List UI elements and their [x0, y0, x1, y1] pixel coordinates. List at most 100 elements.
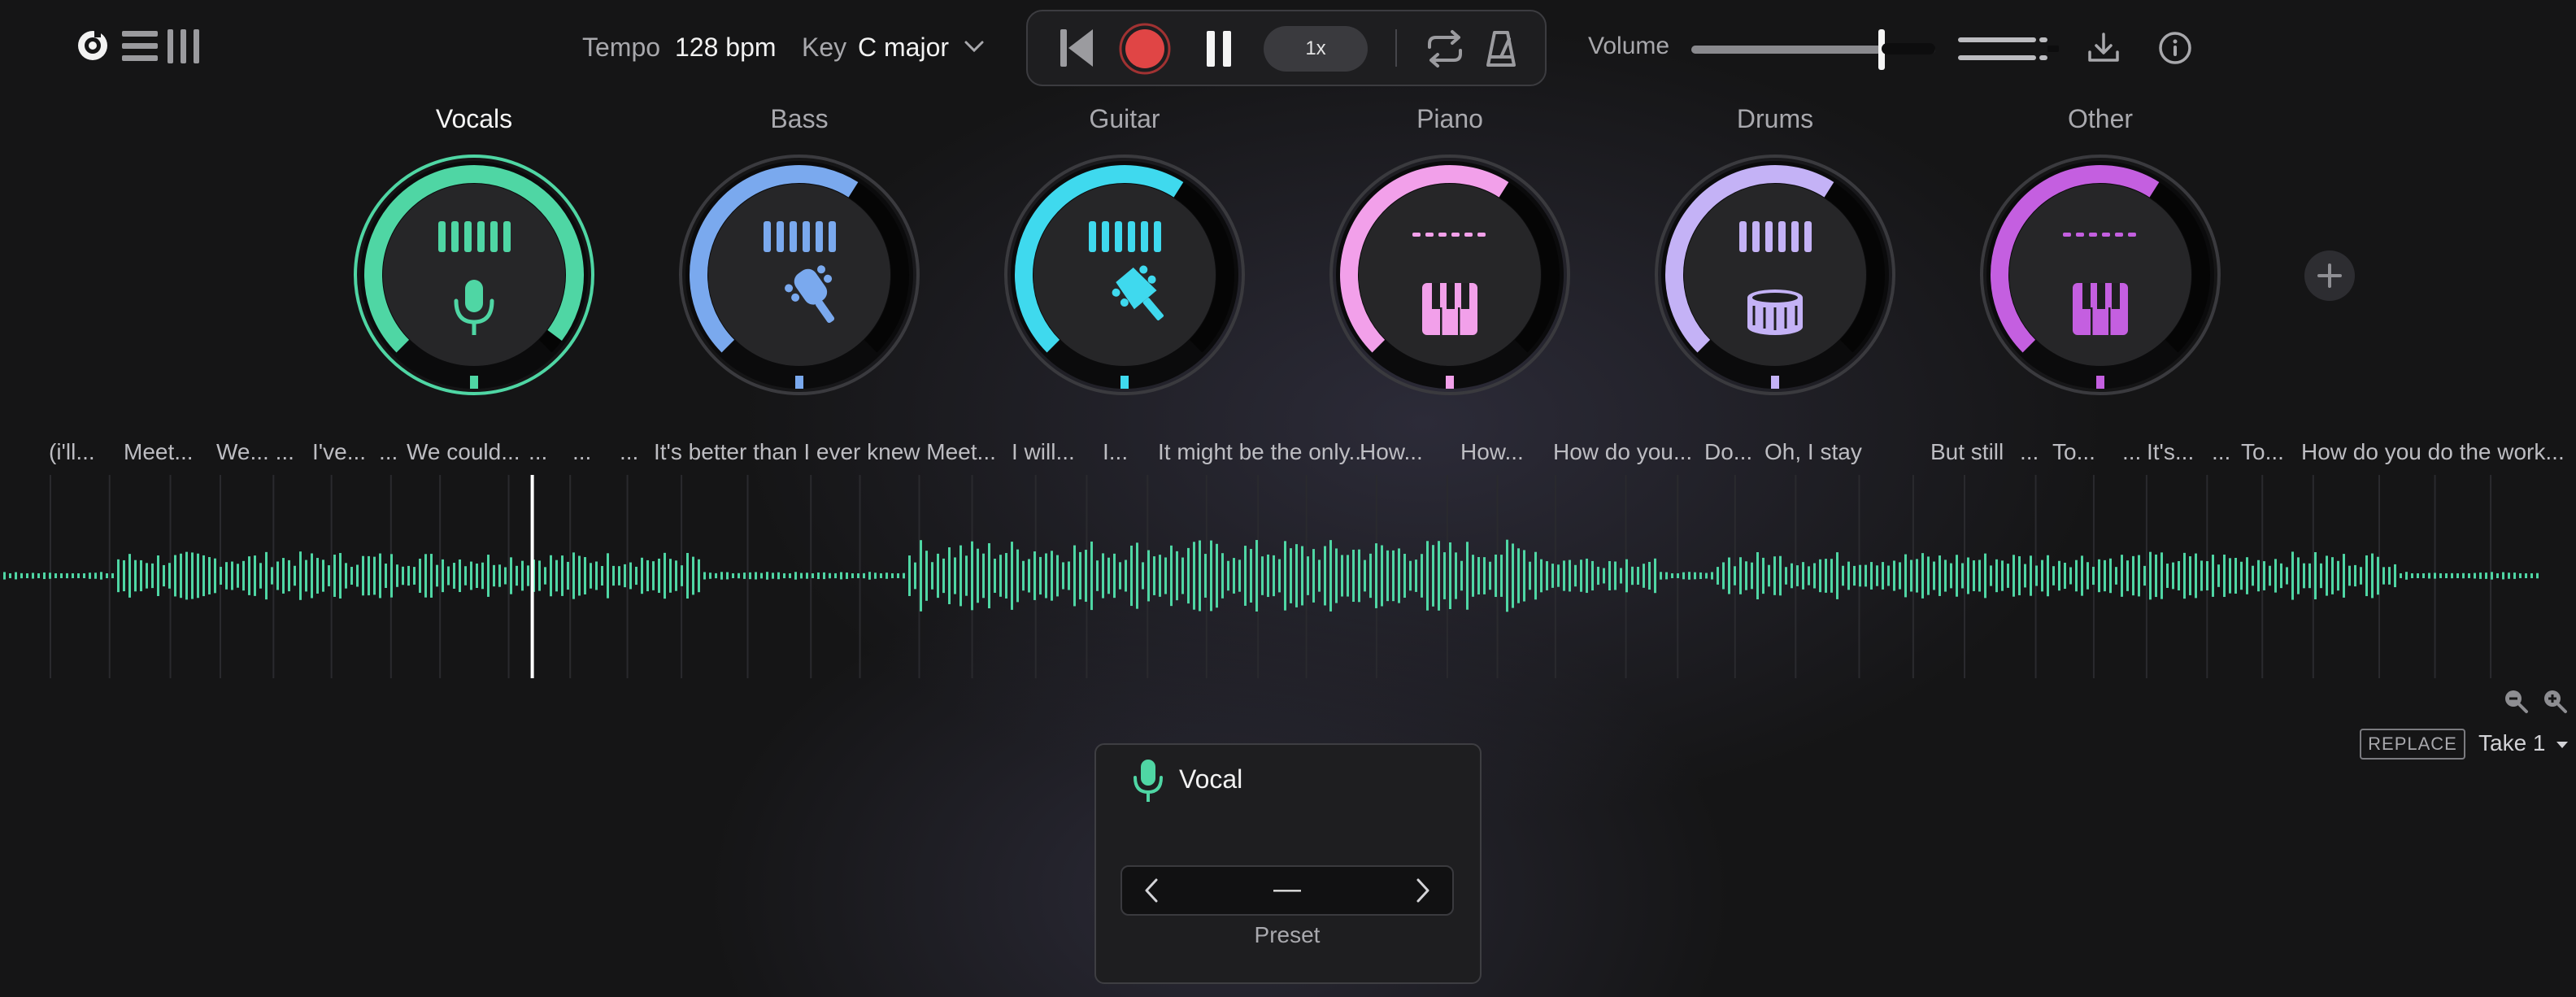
waveform-bar [237, 564, 239, 588]
lyric-segment[interactable]: How... [1360, 439, 1423, 465]
download-icon[interactable] [2086, 31, 2121, 65]
waveform-bar [83, 573, 85, 578]
stem-knob-other[interactable] [1978, 153, 2222, 397]
waveform-bar [2200, 560, 2203, 591]
waveform-bar [1085, 550, 1087, 602]
waveform-bar [1529, 561, 1531, 590]
lyric-segment[interactable]: How do you... [1553, 439, 1692, 465]
waveform-bar [2394, 564, 2396, 588]
waveform-bar [1352, 549, 1355, 603]
lyric-segment[interactable]: It's better than I ever knew Meet... [654, 439, 996, 465]
lyric-segment[interactable]: ... [572, 439, 591, 465]
lyric-segment[interactable]: ... [2212, 439, 2230, 465]
waveform-bar [402, 566, 404, 586]
waveform-bar [1791, 563, 1793, 589]
lyric-segment[interactable]: We could... [407, 439, 520, 465]
waveform-bar [26, 573, 28, 578]
waveform-bar [2291, 551, 2294, 600]
waveform-bar [2485, 573, 2487, 579]
waveform-bar [15, 572, 17, 580]
waveform-bar [202, 555, 205, 597]
waveform-bar [1398, 548, 1400, 603]
waveform-bar [1711, 572, 1713, 580]
waveform-bar [1643, 564, 1645, 588]
record-button[interactable] [1119, 23, 1171, 75]
add-stem-button[interactable] [2304, 250, 2355, 301]
waveform-bar [1068, 561, 1070, 590]
lyric-segment[interactable]: To... [2241, 439, 2284, 465]
waveform-bar [2012, 555, 2015, 597]
lyric-segment[interactable]: I've... [312, 439, 366, 465]
lyric-segment[interactable]: I will... [1012, 439, 1075, 465]
waveform-bar [959, 545, 962, 607]
stem-knob-vocals[interactable] [352, 153, 596, 397]
tempo-value[interactable]: 128 bpm [675, 33, 777, 63]
skip-back-icon[interactable] [1057, 26, 1098, 70]
waveform-bar [715, 573, 717, 579]
chevron-right-icon[interactable] [1410, 877, 1434, 904]
waveform-bar [521, 560, 524, 591]
lyric-segment[interactable]: How... [1460, 439, 1524, 465]
plus-icon [2317, 263, 2342, 288]
waveform-bar [1927, 556, 1930, 595]
replace-button[interactable]: REPLACE [2360, 729, 2465, 760]
waveform-bar [66, 573, 68, 579]
lyric-segment[interactable]: I... [1103, 439, 1128, 465]
lyric-segment[interactable]: Meet... [124, 439, 194, 465]
waveform-bar [572, 552, 575, 599]
waveform-bar [1119, 562, 1121, 590]
waveform-bar [1939, 555, 1941, 596]
stem-knob-piano[interactable] [1328, 153, 1572, 397]
lyric-segment[interactable]: ... [2122, 439, 2141, 465]
lyric-segment[interactable]: It might be the only... [1158, 439, 1368, 465]
waveform-bar [1950, 563, 1952, 589]
info-icon[interactable] [2158, 31, 2192, 65]
lyric-segment[interactable]: How do you do the work... [2301, 439, 2565, 465]
waveform-bar [396, 564, 398, 587]
stem-knob-drums[interactable] [1653, 153, 1897, 397]
zoom-out-icon[interactable] [2503, 688, 2529, 714]
waveform-bar [1045, 553, 1047, 599]
lyric-segment[interactable]: ... [620, 439, 638, 465]
waveform-bar [1699, 572, 1702, 580]
lyric-segment[interactable]: ... [379, 439, 398, 465]
app-logo-icon[interactable] [75, 28, 111, 63]
playback-speed-button[interactable]: 1x [1264, 26, 1368, 72]
take-select[interactable]: Take 1 [2478, 730, 2569, 756]
waveform-bar [1808, 566, 1810, 586]
volume-slider-fill [1691, 46, 1882, 54]
lyric-segment[interactable]: But still [1930, 439, 2004, 465]
chevron-left-icon[interactable] [1140, 877, 1164, 904]
lyric-segment[interactable]: Do... [1704, 439, 1752, 465]
chevron-down-icon[interactable] [963, 37, 986, 55]
waveform-bar [516, 565, 518, 586]
lyric-segment[interactable]: We... ... [216, 439, 294, 465]
waveform-bar [2109, 558, 2112, 594]
lyric-segment[interactable]: ... [2020, 439, 2039, 465]
lyric-segment[interactable]: ... [529, 439, 547, 465]
waveform-bar [794, 572, 797, 580]
vocal-panel-title: Vocal [1179, 764, 1243, 794]
waveform[interactable] [0, 475, 2576, 678]
zoom-in-icon[interactable] [2542, 688, 2568, 714]
list-view-icon[interactable] [122, 29, 158, 63]
lyric-segment[interactable]: To... [2052, 439, 2095, 465]
waveform-bar [1933, 561, 1935, 590]
preset-value: — [1273, 873, 1301, 904]
stem-knob-guitar[interactable] [1003, 153, 1247, 397]
key-select[interactable]: C major [858, 33, 949, 63]
waveform-bar [840, 572, 842, 580]
pause-icon[interactable] [1202, 28, 1236, 70]
waveform-bar [3, 572, 6, 580]
loop-icon[interactable] [1423, 29, 1467, 68]
waveform-bar [174, 555, 176, 597]
lyric-segment[interactable]: Oh, I stay [1764, 439, 1862, 465]
waveform-bar [2422, 573, 2425, 578]
metronome-icon[interactable] [1485, 28, 1517, 68]
stem-knob-bass[interactable] [677, 153, 921, 397]
lyric-segment[interactable]: (i'll... [49, 439, 95, 465]
columns-view-icon[interactable] [166, 29, 202, 63]
lyric-segment[interactable]: It's... [2147, 439, 2194, 465]
waveform-bar [185, 551, 188, 600]
waveform-bar [1426, 541, 1429, 611]
